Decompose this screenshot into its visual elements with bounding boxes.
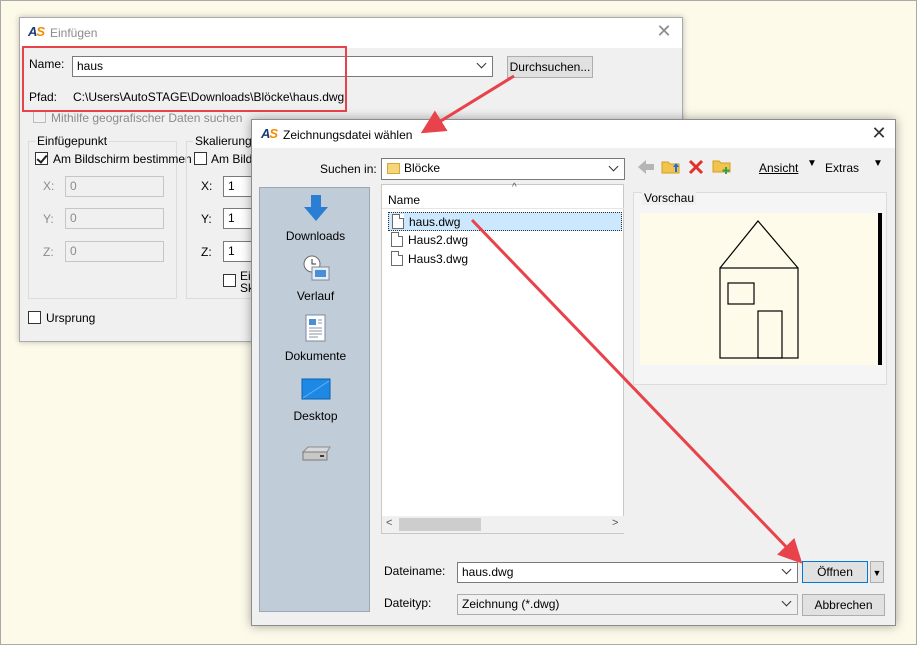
arrow-browse-to-dialog (420, 74, 515, 134)
arrow-file-to-open (470, 218, 803, 564)
annotation-arrows (420, 74, 803, 564)
